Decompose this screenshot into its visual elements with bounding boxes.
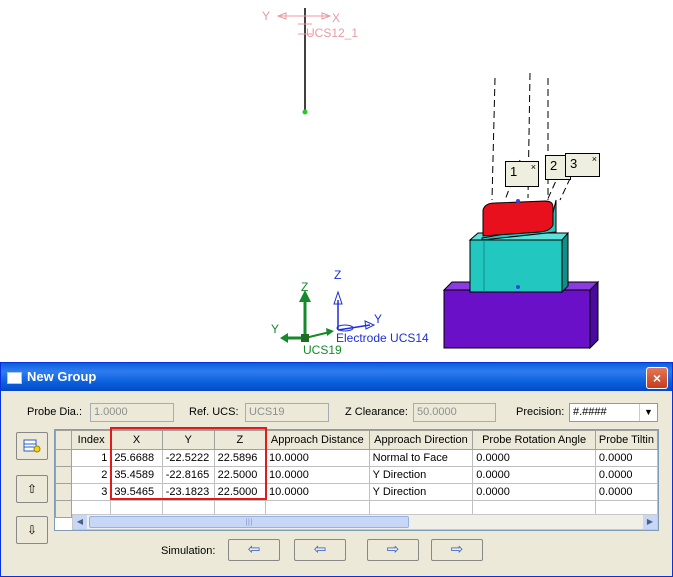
cell-z[interactable]: 22.5000 [213, 466, 267, 484]
cell-approach-distance[interactable]: 10.0000 [265, 449, 370, 467]
chevron-down-icon[interactable]: ▼ [639, 404, 657, 421]
column-header-probe-tilting[interactable]: Probe Tiltin [594, 430, 658, 450]
close-icon[interactable]: × [646, 367, 668, 389]
ucs12-label: UCS12_1 [306, 26, 359, 40]
z-clearance-field[interactable]: 50.0000 [413, 403, 496, 422]
column-header-x[interactable]: X [110, 430, 163, 450]
callout-number: 3 [570, 156, 578, 171]
row-header[interactable] [55, 449, 72, 467]
probe-point-callout-3[interactable]: 3 × [565, 153, 600, 177]
ref-ucs-label: Ref. UCS: [189, 406, 239, 418]
precision-select[interactable]: #.#### ▼ [569, 403, 658, 422]
new-group-dialog: New Group × Probe Dia.: 1.0000 Ref. UCS:… [0, 362, 673, 577]
ucs12-x-axis-label: X [332, 11, 341, 25]
electrode-y-axis-label: Y [374, 312, 383, 326]
viewport-canvas [276, 8, 600, 350]
cell-probe-rotation-angle[interactable]: 0.0000 [472, 483, 596, 501]
cell-index[interactable]: 1 [70, 449, 112, 467]
cell-probe-tilting[interactable]: 0.0000 [594, 449, 658, 467]
dialog-title: New Group [27, 369, 97, 384]
row-header[interactable] [55, 500, 72, 518]
cell-y[interactable]: -22.5222 [161, 449, 215, 467]
pick-point-icon [23, 439, 41, 453]
cell-y[interactable]: -22.8165 [161, 466, 215, 484]
pick-point-button[interactable] [16, 432, 48, 460]
ucs19-z-axis-label: Z [301, 280, 309, 294]
column-header-approach-distance[interactable]: Approach Distance [265, 430, 370, 450]
move-up-button[interactable]: ⇧ [16, 475, 48, 503]
cell-approach-distance[interactable]: 10.0000 [265, 466, 370, 484]
callout-number: 1 [510, 164, 518, 179]
column-header-y[interactable]: Y [161, 430, 215, 450]
scroll-left-icon[interactable]: ◀ [73, 515, 87, 529]
column-header-probe-rotation-angle[interactable]: Probe Rotation Angle [472, 430, 596, 450]
cell-approach-direction[interactable]: Y Direction [368, 483, 474, 501]
cell-probe-tilting[interactable]: 0.0000 [594, 466, 658, 484]
ucs19-triad [280, 290, 334, 343]
probe-point-callout-1[interactable]: 1 × [505, 161, 539, 187]
callout-close-icon[interactable]: × [592, 154, 597, 164]
simulation-label: Simulation: [161, 545, 216, 557]
move-down-button[interactable]: ⇩ [16, 516, 48, 544]
simulation-previous-button[interactable]: ⇦ [294, 539, 346, 561]
cell-index[interactable]: 3 [70, 483, 112, 501]
table-row[interactable]: 1 25.6688 -22.5222 22.5896 10.0000 Norma… [55, 449, 658, 467]
simulation-last-button[interactable]: ⇨ [431, 539, 483, 561]
cell-probe-tilting[interactable]: 0.0000 [594, 483, 658, 501]
ucs19-label: UCS19 [303, 343, 342, 357]
cell-index[interactable]: 2 [70, 466, 112, 484]
electrode-ucs14-triad [333, 290, 376, 332]
dialog-titlebar[interactable]: New Group × [1, 363, 672, 391]
cad-viewport[interactable]: Y X UCS12_1 Z Y UCS19 Z Y Electrode UCS1… [0, 0, 673, 360]
step-backward-icon: ⇦ [313, 540, 327, 558]
horizontal-scrollbar[interactable]: ◀ ||| ▶ [72, 514, 658, 530]
probe-dia-field[interactable]: 1.0000 [90, 403, 174, 422]
points-table: Index X Y Z Approach Distance Approach D… [55, 430, 658, 518]
electrode-part [442, 199, 600, 350]
window-icon [7, 372, 22, 384]
callout-close-icon[interactable]: × [531, 162, 536, 172]
cell-x[interactable]: 25.6688 [110, 449, 163, 467]
precision-value: #.#### [573, 406, 607, 418]
cell-approach-direction[interactable]: Normal to Face [368, 449, 474, 467]
ref-ucs-field[interactable]: UCS19 [245, 403, 329, 422]
ucs19-y-axis-label: Y [271, 322, 280, 336]
table-header-row: Index X Y Z Approach Distance Approach D… [55, 430, 658, 450]
arrow-down-icon: ⇩ [26, 523, 38, 537]
row-header-corner [55, 430, 72, 450]
scroll-thumb[interactable]: ||| [89, 516, 409, 528]
simulation-next-button[interactable]: ⇨ [367, 539, 419, 561]
ucs12-triad [276, 8, 332, 115]
z-clearance-label: Z Clearance: [345, 406, 408, 418]
cell-z[interactable]: 22.5896 [213, 449, 267, 467]
table-row[interactable]: 2 35.4589 -22.8165 22.5000 10.0000 Y Dir… [55, 466, 658, 484]
row-header[interactable] [55, 483, 72, 501]
cell-x[interactable]: 39.5465 [110, 483, 163, 501]
step-forward-icon: ⇨ [386, 540, 400, 558]
column-header-index[interactable]: Index [70, 430, 112, 450]
column-header-approach-direction[interactable]: Approach Direction [368, 430, 474, 450]
cell-probe-rotation-angle[interactable]: 0.0000 [472, 466, 596, 484]
cell-y[interactable]: -23.1823 [161, 483, 215, 501]
electrode-z-axis-label: Z [334, 268, 342, 282]
cell-probe-rotation-angle[interactable]: 0.0000 [472, 449, 596, 467]
electrode-ucs14-label: Electrode UCS14 [336, 331, 429, 345]
ucs12-y-axis-label: Y [262, 9, 271, 23]
cell-z[interactable]: 22.5000 [213, 483, 267, 501]
column-header-z[interactable]: Z [213, 430, 267, 450]
fast-backward-icon: ⇦ [247, 540, 261, 558]
probe-dia-label: Probe Dia.: [27, 406, 83, 418]
cell-approach-direction[interactable]: Y Direction [368, 466, 474, 484]
cell-approach-distance[interactable]: 10.0000 [265, 483, 370, 501]
callout-number: 2 [550, 158, 558, 173]
row-header[interactable] [55, 466, 72, 484]
arrow-up-icon: ⇧ [26, 482, 38, 496]
precision-label: Precision: [516, 406, 565, 418]
table-row[interactable]: 3 39.5465 -23.1823 22.5000 10.0000 Y Dir… [55, 483, 658, 501]
cell-x[interactable]: 35.4589 [110, 466, 163, 484]
scroll-right-icon[interactable]: ▶ [643, 515, 657, 529]
fast-forward-icon: ⇨ [450, 540, 464, 558]
simulation-first-button[interactable]: ⇦ [228, 539, 280, 561]
